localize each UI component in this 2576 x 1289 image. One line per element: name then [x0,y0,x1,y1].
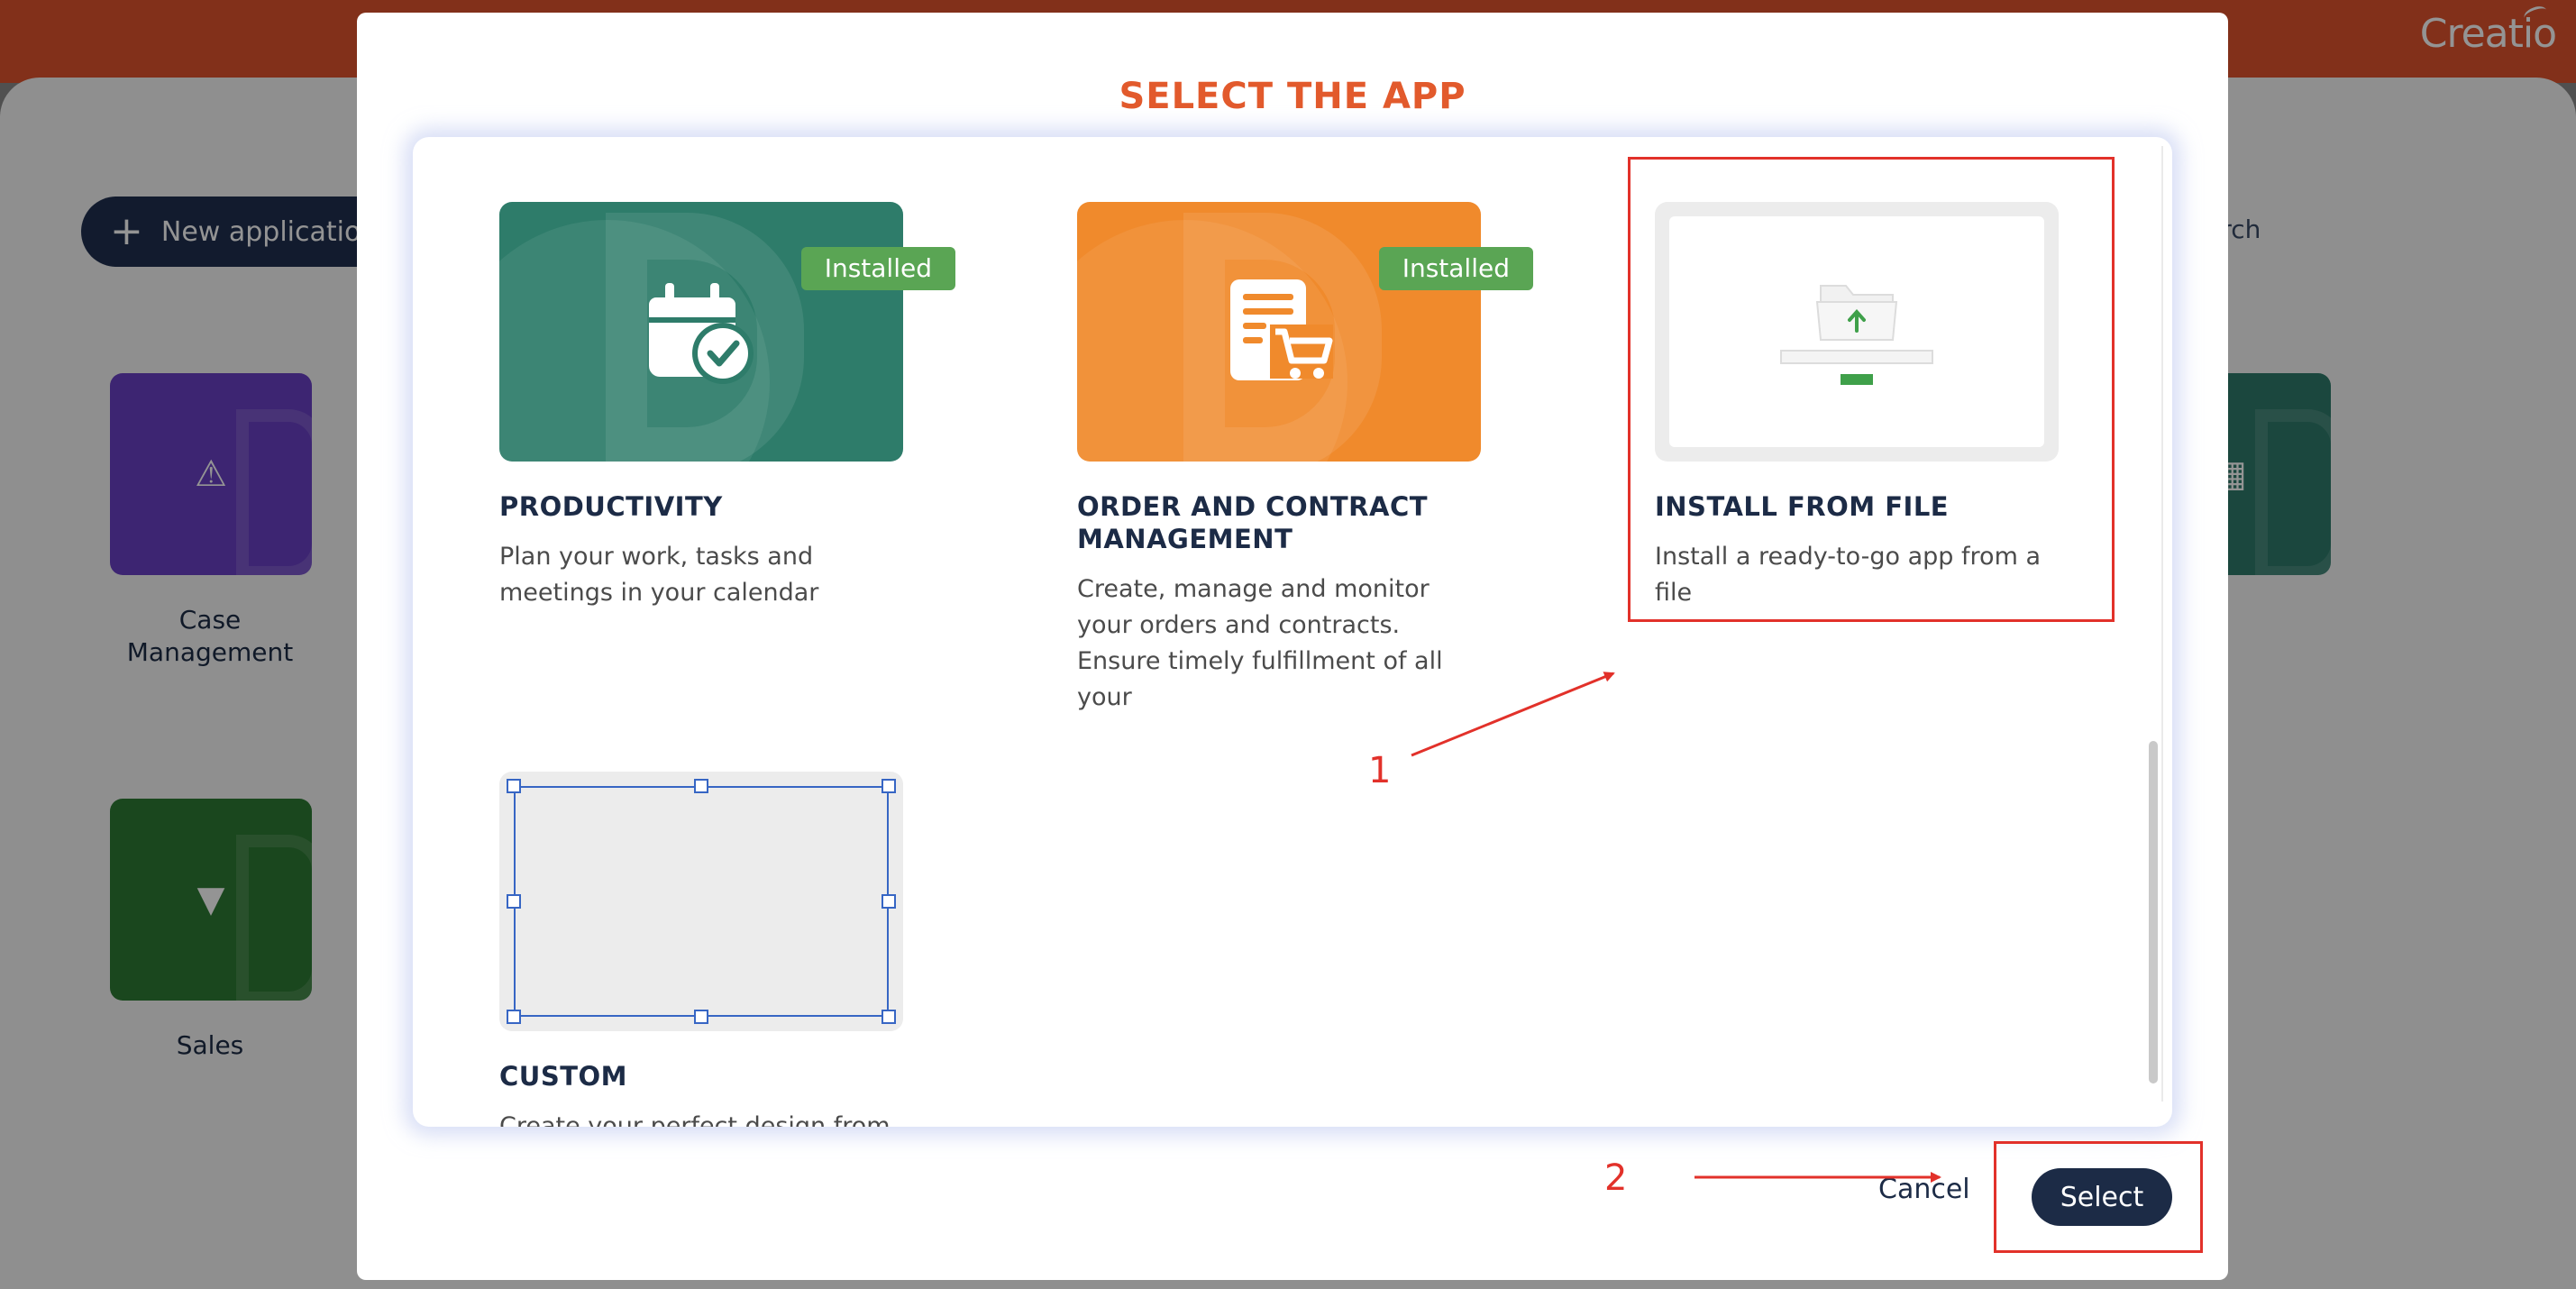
annotation-arrows [1411,672,1941,1183]
arrow-to-install-card [1411,672,1615,757]
installed-badge: Installed [800,247,955,290]
installed-badge: Installed [1378,247,1533,290]
